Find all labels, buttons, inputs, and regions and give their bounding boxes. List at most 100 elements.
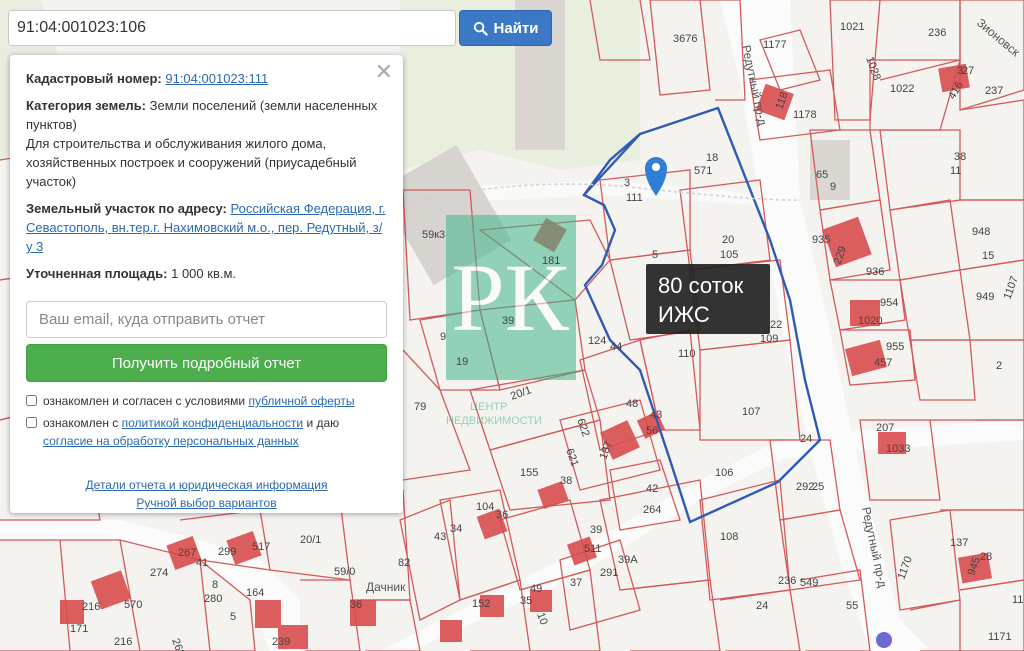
svg-text:155: 155	[520, 467, 538, 479]
svg-text:207: 207	[876, 422, 894, 434]
svg-text:56: 56	[646, 425, 658, 437]
watermark-line2: НЕДВИЖИМОСТИ	[446, 415, 542, 427]
svg-text:1171: 1171	[988, 631, 1012, 643]
svg-text:1171: 1171	[1012, 594, 1024, 606]
poi-icon[interactable]	[876, 632, 892, 648]
svg-text:1033: 1033	[886, 443, 910, 455]
svg-text:49: 49	[530, 583, 542, 595]
privacy-text: ознакомлен с	[43, 416, 119, 430]
svg-text:9: 9	[440, 331, 446, 343]
svg-text:39: 39	[502, 315, 514, 327]
svg-text:948: 948	[972, 226, 990, 238]
svg-text:5: 5	[652, 249, 658, 261]
svg-text:37: 37	[570, 577, 582, 589]
svg-text:42: 42	[646, 483, 658, 495]
svg-text:43: 43	[434, 531, 446, 543]
svg-text:34: 34	[450, 523, 462, 535]
svg-text:264: 264	[643, 504, 661, 516]
search-button[interactable]: Найти	[459, 10, 552, 46]
svg-text:106: 106	[715, 467, 733, 479]
svg-text:82: 82	[398, 557, 410, 569]
offer-text: ознакомлен и согласен с условиями	[43, 394, 246, 408]
svg-text:15: 15	[982, 250, 994, 262]
svg-text:111: 111	[626, 192, 643, 204]
svg-text:571: 571	[694, 165, 712, 177]
svg-text:570: 570	[124, 599, 142, 611]
svg-text:936: 936	[866, 266, 884, 278]
svg-text:137: 137	[950, 537, 968, 549]
svg-text:280: 280	[204, 593, 222, 605]
land-use-text: Для строительства и обслуживания жилого …	[26, 136, 357, 189]
address-row: Земельный участок по адресу: Российская …	[26, 199, 387, 256]
svg-text:291: 291	[600, 567, 618, 579]
svg-text:1022: 1022	[890, 83, 914, 95]
svg-text:5: 5	[230, 611, 236, 623]
manual-selection-link[interactable]: Ручной выбор вариантов	[136, 496, 276, 510]
svg-text:274: 274	[150, 567, 168, 579]
tooltip-line2: ИЖС	[658, 302, 710, 327]
area-row: Уточненная площадь: 1 000 кв.м.	[26, 264, 387, 283]
svg-text:79: 79	[414, 401, 426, 413]
privacy-checkbox[interactable]	[26, 417, 37, 428]
svg-text:1021: 1021	[840, 21, 864, 33]
svg-text:955: 955	[886, 341, 904, 353]
search-button-label: Найти	[493, 19, 539, 37]
svg-text:44: 44	[610, 341, 622, 353]
offer-checkbox[interactable]	[26, 395, 37, 406]
svg-text:43: 43	[650, 409, 662, 421]
svg-text:18: 18	[706, 152, 718, 164]
svg-text:25: 25	[812, 481, 824, 493]
consent-link[interactable]: согласие на обработку персональных данны…	[43, 434, 299, 448]
details-link[interactable]: Детали отчета и юридическая информация	[86, 478, 328, 492]
parcel-info-panel: ✕ Кадастровый номер: 91:04:001023:111 Ка…	[10, 55, 403, 513]
svg-text:59/0: 59/0	[334, 566, 355, 578]
svg-text:171: 171	[70, 623, 88, 635]
svg-text:24: 24	[756, 600, 768, 612]
email-field[interactable]	[26, 301, 387, 338]
svg-text:299: 299	[218, 546, 236, 558]
svg-text:549: 549	[800, 577, 818, 589]
svg-text:19: 19	[456, 356, 468, 368]
area-value: 1 000 кв.м.	[171, 266, 237, 281]
svg-text:55: 55	[846, 600, 858, 612]
svg-text:954: 954	[880, 297, 898, 309]
svg-text:9: 9	[830, 181, 836, 193]
svg-text:2: 2	[996, 360, 1002, 372]
privacy-link[interactable]: политикой конфиденциальности	[122, 416, 303, 430]
svg-text:457: 457	[874, 357, 892, 369]
svg-text:1177: 1177	[763, 39, 787, 51]
tooltip-line1: 80 соток	[658, 273, 744, 298]
svg-text:22: 22	[770, 319, 782, 331]
svg-text:11: 11	[950, 165, 961, 177]
svg-text:236: 236	[778, 575, 796, 587]
svg-text:1178: 1178	[793, 109, 817, 121]
get-report-button[interactable]: Получить подробный отчет	[26, 344, 387, 382]
svg-text:35: 35	[520, 595, 532, 607]
svg-text:48: 48	[626, 398, 638, 410]
svg-text:181: 181	[542, 255, 560, 267]
area-tooltip: 80 соток ИЖС	[646, 264, 770, 334]
cadastral-number-link[interactable]: 91:04:001023:111	[165, 71, 268, 86]
cadastral-number-row: Кадастровый номер: 91:04:001023:111	[26, 69, 387, 88]
close-icon[interactable]: ✕	[375, 61, 393, 83]
svg-text:511: 511	[584, 543, 602, 555]
svg-text:24: 24	[800, 433, 812, 445]
svg-text:108: 108	[720, 531, 738, 543]
svg-text:38: 38	[560, 475, 572, 487]
svg-text:38: 38	[954, 151, 966, 163]
svg-text:27: 27	[962, 65, 974, 77]
svg-text:110: 110	[678, 348, 696, 360]
svg-text:517: 517	[252, 541, 270, 553]
svg-text:8: 8	[212, 579, 218, 591]
svg-text:104: 104	[476, 501, 494, 513]
panel-footer: Детали отчета и юридическая информация Р…	[26, 476, 387, 512]
svg-text:1020: 1020	[858, 315, 882, 327]
search-input[interactable]	[8, 10, 456, 46]
svg-text:124: 124	[588, 335, 606, 347]
svg-text:107: 107	[742, 406, 760, 418]
svg-text:216: 216	[82, 601, 100, 613]
land-category-row: Категория земель: Земли поселений (земли…	[26, 96, 387, 134]
svg-text:20: 20	[722, 234, 734, 246]
svg-text:216: 216	[114, 636, 132, 648]
offer-link[interactable]: публичной оферты	[248, 394, 354, 408]
